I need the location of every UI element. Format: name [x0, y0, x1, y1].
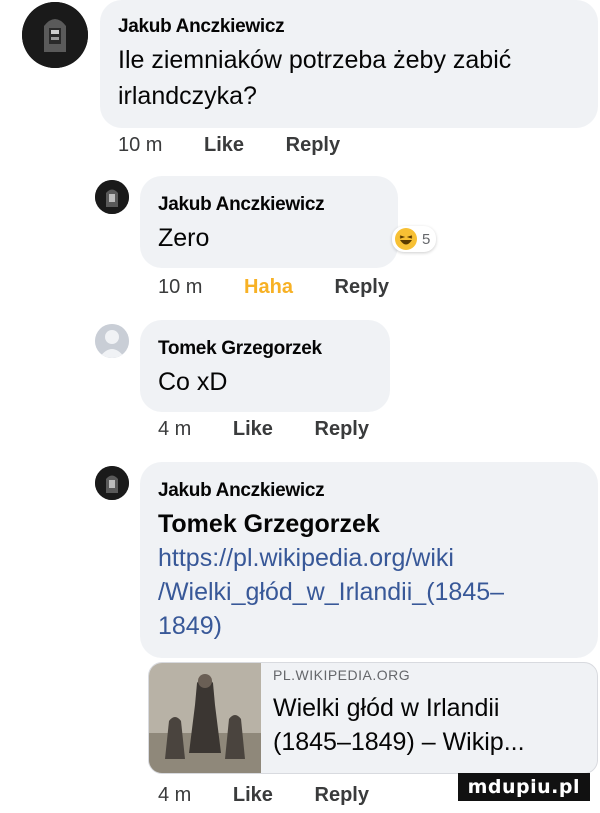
- haha-reaction-button[interactable]: Haha: [244, 276, 293, 298]
- profile-picture-icon: [22, 2, 88, 68]
- avatar[interactable]: [95, 180, 129, 214]
- comment-text-line: Co xD: [158, 368, 228, 396]
- comment-author[interactable]: Jakub Anczkiewicz: [118, 16, 285, 38]
- avatar[interactable]: [95, 466, 129, 500]
- comment-author[interactable]: Tomek Grzegorzek: [158, 338, 322, 360]
- comment-author[interactable]: Jakub Anczkiewicz: [158, 480, 325, 502]
- comment-timestamp: 10 m: [158, 276, 203, 298]
- site-watermark: mdupiu.pl: [457, 773, 590, 801]
- url-link-line[interactable]: https://pl.wikipedia.org/wiki: [158, 542, 454, 574]
- avatar[interactable]: [95, 324, 129, 358]
- link-preview-thumbnail: [149, 663, 261, 773]
- link-preview-title: Wielki głód w Irlandii (1845–1849) – Wik…: [273, 691, 525, 759]
- comment-author[interactable]: Jakub Anczkiewicz: [158, 194, 325, 216]
- like-button[interactable]: Like: [233, 784, 273, 806]
- laughing-emoji-icon: [395, 228, 417, 250]
- comment-meta: 10 m Haha Reply: [158, 276, 389, 299]
- reply-button[interactable]: Reply: [315, 418, 369, 440]
- like-button[interactable]: Like: [204, 134, 244, 156]
- profile-picture-icon: [95, 180, 129, 214]
- reaction-badge[interactable]: 5: [392, 226, 437, 252]
- comment-timestamp: 4 m: [158, 784, 192, 806]
- comment-text-line: Zero: [158, 224, 210, 252]
- link-preview-card[interactable]: PL.WIKIPEDIA.ORG Wielki głód w Irlandii …: [148, 662, 598, 774]
- reply-button[interactable]: Reply: [315, 784, 369, 806]
- comment-text-line: Ile ziemniaków potrzeba żeby zabić: [118, 46, 512, 74]
- profile-picture-icon: [95, 466, 129, 500]
- comment-meta: 4 m Like Reply: [158, 418, 369, 441]
- url-link-line[interactable]: 1849): [158, 610, 222, 642]
- reaction-count: 5: [422, 230, 431, 248]
- like-button[interactable]: Like: [233, 418, 273, 440]
- link-preview-title-line: Wielki głód w Irlandii: [273, 694, 500, 722]
- avatar[interactable]: [22, 2, 88, 68]
- comment-meta: 10 m Like Reply: [118, 134, 340, 157]
- url-link-line[interactable]: /Wielki_głód_w_Irlandii_(1845–: [158, 576, 504, 608]
- default-profile-icon: [95, 324, 129, 358]
- comment-text-line: irlandczyka?: [118, 82, 257, 110]
- link-preview-title-line: (1845–1849) – Wikip...: [273, 728, 525, 756]
- comment-timestamp: 4 m: [158, 418, 192, 440]
- mention-tag[interactable]: Tomek Grzegorzek: [158, 508, 380, 540]
- comment-meta: 4 m Like Reply: [158, 784, 369, 807]
- reply-button[interactable]: Reply: [335, 276, 389, 298]
- comment-timestamp: 10 m: [118, 134, 163, 156]
- link-preview-domain: PL.WIKIPEDIA.ORG: [273, 667, 411, 683]
- reply-button[interactable]: Reply: [286, 134, 340, 156]
